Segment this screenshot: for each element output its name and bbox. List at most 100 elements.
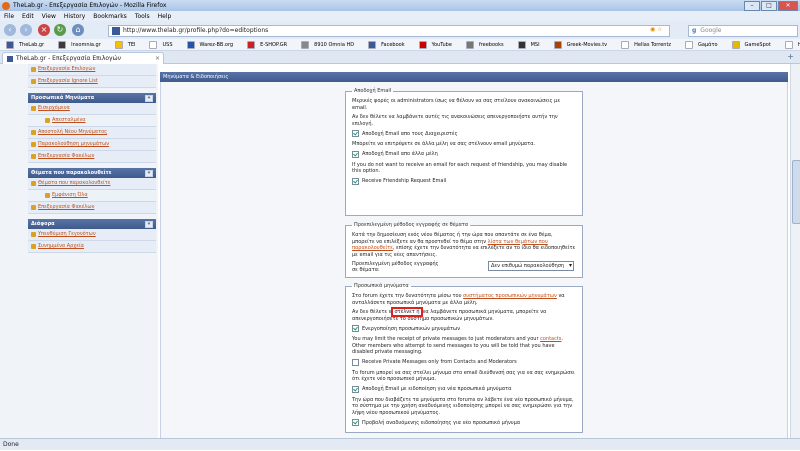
collapse-icon[interactable]: « bbox=[145, 95, 153, 102]
page-scrollbar[interactable] bbox=[790, 64, 800, 438]
menu-history[interactable]: History bbox=[64, 13, 85, 20]
sidebar-link[interactable]: Επεξεργασία Φακέλων bbox=[38, 204, 94, 210]
rss-icon[interactable]: ◉ ☆ bbox=[650, 26, 663, 33]
sidebar-item[interactable]: Παρακολούθηση μηνυμάτων bbox=[28, 139, 156, 151]
admin-email-checkbox[interactable] bbox=[352, 130, 359, 137]
menu-file[interactable]: File bbox=[4, 13, 14, 20]
tab-close-icon[interactable]: × bbox=[155, 53, 160, 64]
sidebar-link[interactable]: Εισερχόμενα bbox=[38, 105, 70, 111]
pm-system-link[interactable]: συστήματος προσωπικών μηνυμάτων bbox=[463, 293, 557, 299]
collapse-icon[interactable]: « bbox=[145, 170, 153, 177]
sidebar-link[interactable]: Επεξεργασία Φακέλων bbox=[38, 153, 94, 159]
bookmark-item[interactable]: E-SHOP.GR bbox=[244, 40, 291, 49]
menu-tools[interactable]: Tools bbox=[135, 13, 150, 20]
pm-contacts-only-checkbox[interactable] bbox=[352, 358, 359, 366]
sidebar-link[interactable]: Επεξεργασία Ignore List bbox=[38, 78, 98, 84]
sidebar-link[interactable]: Παρακολούθηση μηνυμάτων bbox=[38, 141, 109, 147]
bookmark-label: TheLab.gr bbox=[19, 41, 45, 48]
member-email-option[interactable]: Αποδοχή Email απο άλλα μέλη bbox=[352, 150, 576, 158]
menu-view[interactable]: View bbox=[42, 13, 56, 20]
sidebar-item[interactable]: Εμφάνιση Όλα bbox=[28, 190, 156, 202]
maximize-button[interactable]: □ bbox=[761, 1, 777, 11]
sidebar-link[interactable]: Υπενθύμιση Γεγονότων bbox=[38, 231, 96, 237]
bookmark-item[interactable]: TEI bbox=[112, 40, 140, 49]
scrollbar-thumb[interactable] bbox=[792, 160, 800, 224]
sidebar-item[interactable]: Επεξεργασία Επιλογών bbox=[28, 64, 156, 76]
sidebar-item[interactable]: Επεξεργασία Ignore List bbox=[28, 76, 156, 88]
new-tab-icon[interactable]: + bbox=[787, 52, 794, 61]
bookmark-item[interactable]: Greek-Movies.tv bbox=[551, 40, 612, 49]
friendship-email-option[interactable]: Receive Friendship Request Email bbox=[352, 177, 576, 185]
bookmark-item[interactable]: freebooks bbox=[463, 40, 508, 49]
sidebar-link[interactable]: Αποστολή Νέου Μηνύματος bbox=[38, 129, 107, 135]
pm-popup-checkbox[interactable] bbox=[352, 419, 359, 426]
window-titlebar: TheLab.gr - Επεξεργασία Επιλογών - Mozil… bbox=[0, 0, 800, 11]
sidebar-item[interactable]: Υπενθύμιση Γεγονότων bbox=[28, 229, 156, 241]
bookmark-item[interactable]: MSI bbox=[515, 40, 544, 49]
bookmark-item[interactable]: USS bbox=[146, 40, 176, 49]
bookmark-icon bbox=[149, 40, 158, 49]
tab-label: TheLab.gr - Επεξεργασία Επιλογών bbox=[16, 55, 121, 62]
folder-icon bbox=[31, 181, 36, 186]
pm-contacts-only-option[interactable]: Receive Private Messages only from Conta… bbox=[352, 358, 576, 366]
bookmark-item[interactable]: GameSpot bbox=[729, 40, 775, 49]
bookmark-item[interactable]: Gaμάτο bbox=[682, 40, 722, 49]
tab-thelab[interactable]: TheLab.gr - Επεξεργασία Επιλογών × bbox=[2, 52, 164, 64]
close-window-button[interactable]: ✕ bbox=[778, 1, 798, 11]
menu-bookmarks[interactable]: Bookmarks bbox=[93, 13, 127, 20]
menu-edit[interactable]: Edit bbox=[22, 13, 34, 20]
bookmark-item[interactable]: TheLab.gr bbox=[3, 40, 48, 49]
bookmark-item[interactable]: YouTube bbox=[416, 40, 456, 49]
forward-icon[interactable]: › bbox=[20, 24, 32, 36]
sidebar-item[interactable]: Απεσταλμένα bbox=[28, 115, 156, 127]
friendship-email-checkbox[interactable] bbox=[352, 177, 359, 185]
collapse-icon[interactable]: « bbox=[145, 221, 153, 228]
home-icon[interactable]: ⌂ bbox=[72, 24, 84, 36]
search-input[interactable]: g Google bbox=[688, 25, 798, 37]
admin-email-hint: Αν δεν θέλετε να λαμβάνετε αυτές τις ανα… bbox=[352, 114, 558, 127]
admin-email-option[interactable]: Αποδοχή Email απο τους Διαχειριστές bbox=[352, 130, 576, 137]
fieldset-legend: Αποδοχή Email bbox=[354, 88, 392, 94]
sidebar-item[interactable]: Αποστολή Νέου Μηνύματος bbox=[28, 127, 156, 139]
stop-icon[interactable]: × bbox=[38, 24, 50, 36]
subscription-mode-select[interactable]: Δεν επιθυμώ παρακολούθηση bbox=[488, 261, 574, 271]
sidebar-link[interactable]: Απεσταλμένα bbox=[52, 117, 86, 123]
pm-limit-info: You may limit the receipt of private mes… bbox=[352, 336, 576, 356]
bookmark-item[interactable]: Insomnia.gr bbox=[55, 40, 105, 49]
reload-icon[interactable]: ↻ bbox=[54, 24, 66, 36]
bookmark-item[interactable]: 8910 Omnia HD bbox=[298, 40, 358, 49]
sidebar-link[interactable]: Εμφάνιση Όλα bbox=[52, 192, 88, 198]
minimize-button[interactable]: – bbox=[744, 1, 760, 11]
pm-email-option[interactable]: Αποδοχή Email με ειδοποίηση για νέα προσ… bbox=[352, 385, 576, 393]
enable-pm-checkbox[interactable] bbox=[352, 325, 359, 332]
sidebar-item[interactable]: Εισερχόμενα bbox=[28, 103, 156, 115]
bookmarks-toolbar: TheLab.gr Insomnia.gr TEI USS Warez-BB.org E-… bbox=[0, 39, 800, 51]
menu-help[interactable]: Help bbox=[158, 13, 172, 20]
bookmark-icon bbox=[186, 40, 195, 49]
pm-limit-text: You may limit the receipt of private mes… bbox=[352, 336, 541, 342]
back-icon[interactable]: ‹ bbox=[4, 24, 16, 36]
bookmark-item[interactable]: Warez-BB.org bbox=[184, 40, 238, 49]
bookmark-item[interactable]: Facebook bbox=[365, 40, 409, 49]
member-email-checkbox[interactable] bbox=[352, 150, 359, 158]
enable-pm-option[interactable]: Ενεργοποίηση προσωπικών μηνυμάτων bbox=[352, 325, 576, 332]
sidebar-item[interactable]: Επεξεργασία Φακέλων bbox=[28, 151, 156, 163]
url-bar[interactable]: http://www.thelab.gr/profile.php?do=edit… bbox=[108, 25, 670, 37]
folder-icon bbox=[31, 232, 36, 237]
pm-email-checkbox[interactable] bbox=[352, 385, 359, 393]
sidebar-link[interactable]: Συνημμένα Αρχεία bbox=[38, 243, 84, 249]
sidebar-item[interactable]: Συνημμένα Αρχεία bbox=[28, 241, 156, 253]
pm-popup-option[interactable]: Προβολή αναδυόμενης ειδοποίησης για νέο … bbox=[352, 419, 576, 426]
main-panel: Μηνύματα & Ειδοποιήσεις Αποδοχή Email Με… bbox=[160, 64, 788, 438]
pm-email-info: Το forum μπορεί να σας στείλει μήνυμα στ… bbox=[352, 369, 575, 383]
bookmark-icon bbox=[553, 40, 562, 49]
bookmark-item[interactable]: HX Releases bbox=[782, 40, 800, 49]
sidebar-link[interactable]: Θέματα που παρακολουθείτε bbox=[38, 180, 110, 186]
contacts-link[interactable]: contacts bbox=[540, 336, 561, 342]
sidebar-item[interactable]: Θέματα που παρακολουθείτε bbox=[28, 178, 156, 190]
sidebar-link[interactable]: Επεξεργασία Επιλογών bbox=[38, 66, 95, 72]
subscription-mode-row: Προεπιλεγμένη μέθοδος εγγραφής σε θέματα… bbox=[352, 261, 576, 273]
menu-bar: File Edit View History Bookmarks Tools H… bbox=[0, 11, 800, 21]
sidebar-item[interactable]: Επεξεργασία Φακέλων bbox=[28, 202, 156, 214]
bookmark-item[interactable]: Hellas Torrentz bbox=[618, 40, 675, 49]
